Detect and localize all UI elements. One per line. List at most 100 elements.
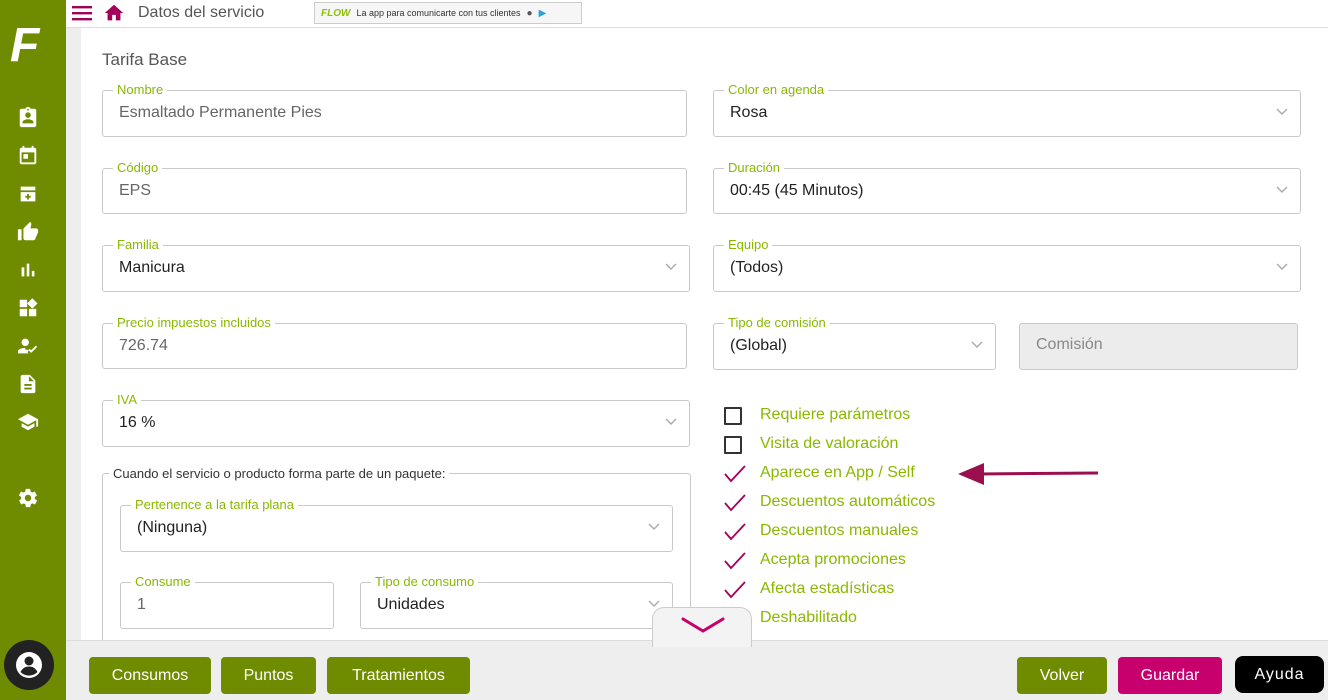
option-descuentos-manuales[interactable]: Descuentos manuales [724,521,918,543]
precio-label: Precio impuestos incluidos [113,315,275,331]
checkmark-icon[interactable] [724,551,746,571]
guardar-button[interactable]: Guardar [1118,657,1222,694]
widgets-icon[interactable] [17,297,39,319]
tarifa-plana-select[interactable]: Pertenence a la tarifa plana (Ninguna) [120,497,673,552]
option-descuentos-automaticos[interactable]: Descuentos automáticos [724,492,935,514]
tarifa-plana-value: (Ninguna) [137,519,208,536]
option-label: Visita de valoración [760,435,899,452]
checkbox-unchecked-icon[interactable] [724,436,742,454]
familia-label: Familia [113,237,163,253]
option-label: Deshabilitado [760,609,857,626]
package-legend: Cuando el servicio o producto forma part… [109,466,450,481]
ayuda-button[interactable]: Ayuda [1235,656,1324,693]
thumbs-up-icon[interactable] [17,221,39,243]
chevron-down-icon [1276,263,1288,270]
tratamientos-button[interactable]: Tratamientos [327,657,470,694]
checkmark-icon[interactable] [724,580,746,600]
tipo-consumo-select[interactable]: Tipo de consumo Unidades [360,574,673,629]
user-check-icon[interactable] [17,335,39,357]
nombre-value: Esmaltado Permanente Pies [119,104,322,121]
user-avatar-icon[interactable] [4,640,54,690]
document-icon[interactable] [17,373,39,395]
tipo-comision-label: Tipo de comisión [724,315,830,331]
section-title: Tarifa Base [102,50,188,69]
equipo-value: (Todos) [730,259,784,276]
tipo-comision-select[interactable]: Tipo de comisión (Global) [713,315,996,370]
option-label: Acepta promociones [760,551,906,568]
option-visita-valoracion[interactable]: Visita de valoración [724,434,898,456]
chevron-down-icon [1276,186,1288,193]
comision-placeholder: Comisión [1036,336,1103,353]
chevron-down-icon [665,263,677,270]
scroll-down-button[interactable] [652,607,752,647]
banner-text: La app para comunicarte con tus clientes [356,8,521,18]
consume-value: 1 [137,596,146,613]
checkmark-icon[interactable] [724,464,746,484]
codigo-value: EPS [119,182,152,199]
puntos-button[interactable]: Puntos [221,657,316,694]
clipboard-user-icon[interactable] [17,106,39,128]
volver-button[interactable]: Volver [1017,657,1107,694]
apple-icon: ● [526,7,533,19]
nombre-label: Nombre [113,82,168,98]
duracion-select[interactable]: Duración 00:45 (45 Minutos) [713,160,1301,214]
iva-value: 16 % [119,414,156,431]
graduation-cap-icon[interactable] [17,411,39,433]
consumos-button[interactable]: Consumos [89,657,211,694]
tipo-consumo-label: Tipo de consumo [371,574,479,590]
consume-field[interactable]: Consume 1 [120,574,334,629]
option-acepta-promociones[interactable]: Acepta promociones [724,550,906,572]
bottom-action-bar: Consumos Puntos Tratamientos Volver Guar… [66,640,1328,700]
consume-label: Consume [131,574,195,590]
iva-label: IVA [113,392,141,408]
duracion-label: Duración [724,160,785,176]
comision-field: Comisión [1019,323,1298,370]
color-agenda-value: Rosa [730,104,768,121]
gear-icon[interactable] [17,487,39,509]
home-icon[interactable] [103,2,125,24]
hamburger-menu-icon[interactable] [72,5,92,21]
checkmark-icon[interactable] [724,522,746,542]
bar-chart-icon[interactable] [17,259,39,281]
option-label: Requiere parámetros [760,406,911,423]
tipo-consumo-value: Unidades [377,596,445,613]
option-label: Aparece en App / Self [760,464,915,481]
equipo-select[interactable]: Equipo (Todos) [713,237,1301,292]
option-label: Afecta estadísticas [760,580,895,597]
page-title: Datos del servicio [138,4,265,21]
familia-value: Manicura [119,259,185,276]
option-label: Descuentos manuales [760,522,919,539]
color-agenda-select[interactable]: Color en agenda Rosa [713,82,1301,137]
iva-select[interactable]: IVA 16 % [102,392,690,447]
codigo-label: Código [113,160,163,176]
calendar-icon[interactable] [17,145,39,167]
chevron-down-icon [648,600,660,607]
checkbox-unchecked-icon[interactable] [724,407,742,425]
option-afecta-estadisticas[interactable]: Afecta estadísticas [724,579,894,601]
familia-select[interactable]: Familia Manicura [102,237,690,292]
nombre-field[interactable]: Nombre Esmaltado Permanente Pies [102,82,687,137]
chevron-down-icon [971,341,983,348]
package-fieldset: Cuando el servicio o producto forma part… [102,466,691,640]
option-label: Descuentos automáticos [760,493,936,510]
codigo-field[interactable]: Código EPS [102,160,687,214]
chevron-down-icon [648,523,660,530]
play-store-icon: ▶ [538,7,547,19]
app-banner[interactable]: FLOW La app para comunicarte con tus cli… [314,2,582,24]
color-agenda-label: Color en agenda [724,82,829,98]
checkmark-icon[interactable] [724,493,746,513]
annotation-arrow-icon [958,463,1099,485]
tarifa-plana-label: Pertenence a la tarifa plana [131,497,298,513]
precio-value: 726.74 [119,337,168,354]
box-plus-icon[interactable] [17,183,39,205]
option-aparece-app[interactable]: Aparece en App / Self [724,463,915,485]
chevron-down-icon [665,418,677,425]
app-logo: F [10,19,40,72]
sidebar: F [0,0,66,700]
precio-field[interactable]: Precio impuestos incluidos 726.74 [102,315,687,369]
option-requiere-parametros[interactable]: Requiere parámetros [724,405,910,427]
tipo-comision-value: (Global) [730,337,787,354]
top-bar: Datos del servicio FLOW La app para comu… [66,0,1328,28]
chevron-down-icon [681,617,725,633]
service-form: Tarifa Base Nombre Esmaltado Permanente … [81,28,1328,640]
